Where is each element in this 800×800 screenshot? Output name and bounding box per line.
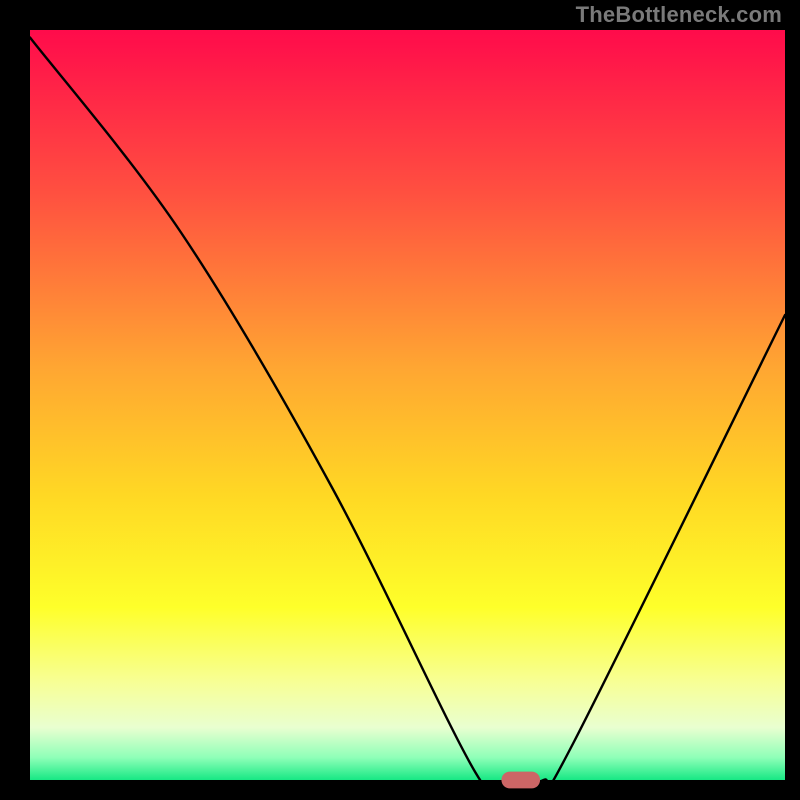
bottleneck-chart: [0, 0, 800, 800]
attribution-label: TheBottleneck.com: [576, 2, 782, 28]
optimal-marker: [501, 772, 540, 789]
plot-background: [30, 30, 785, 780]
chart-container: TheBottleneck.com: [0, 0, 800, 800]
